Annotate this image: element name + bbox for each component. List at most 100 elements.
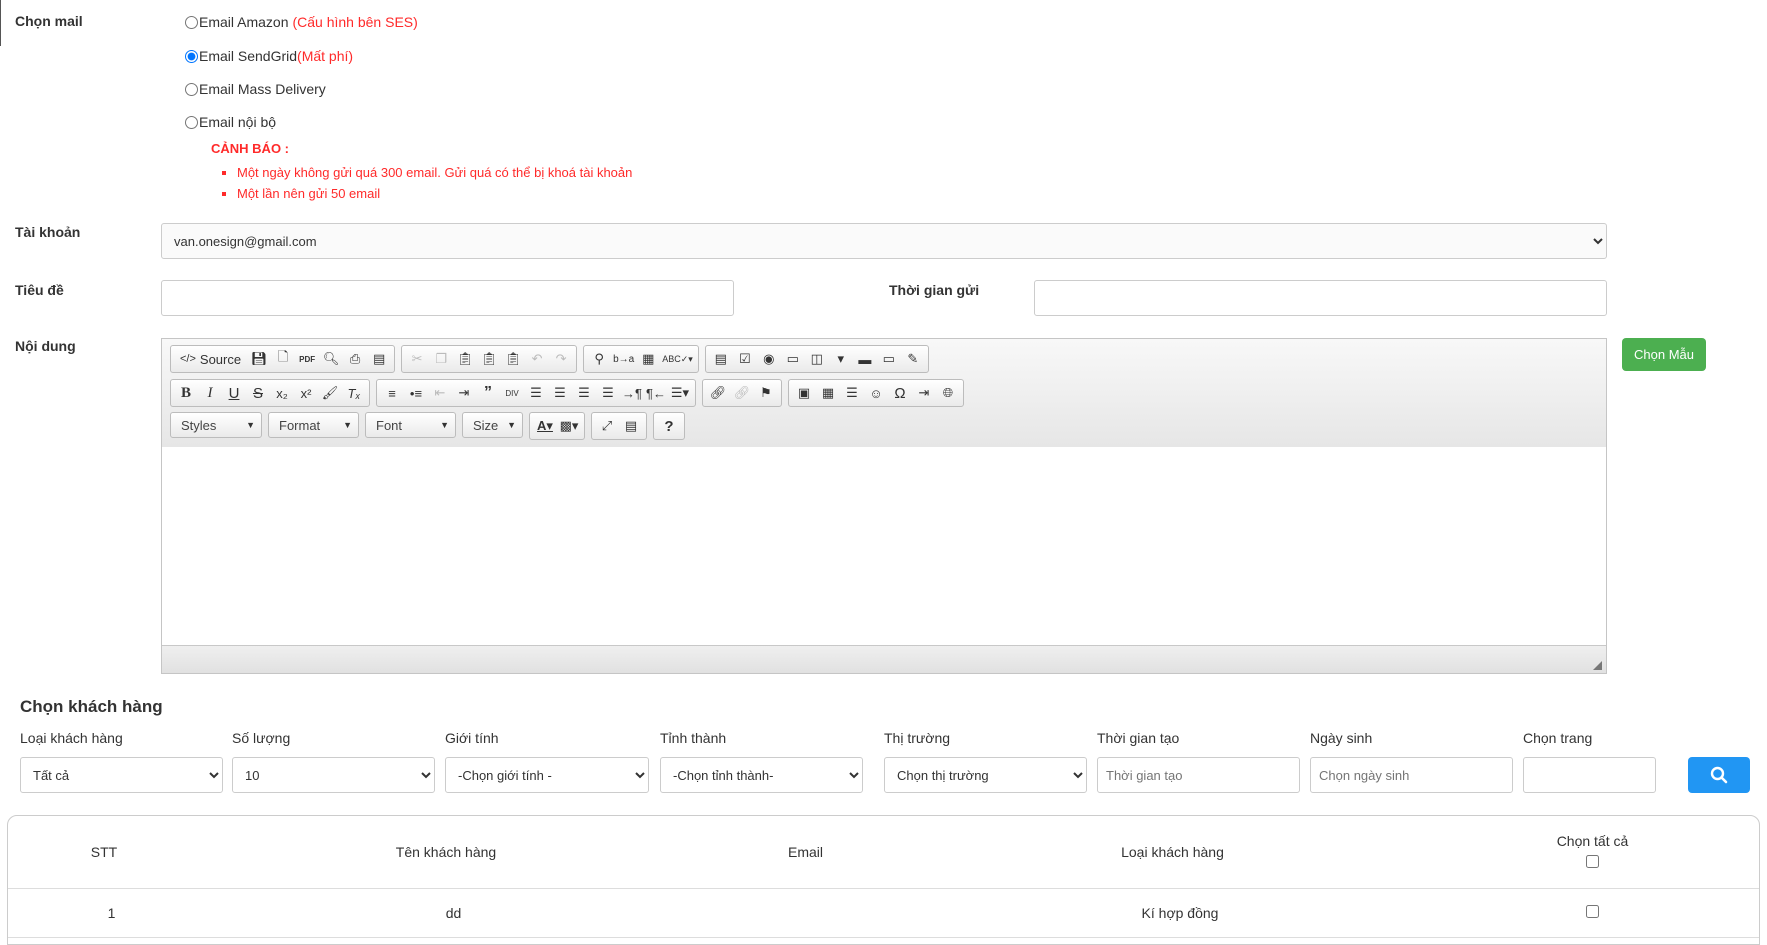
textarea-icon[interactable]: ◫ — [805, 348, 829, 370]
language-icon[interactable]: ☰▾ — [668, 382, 692, 404]
hidden-field-icon[interactable]: ✎ — [901, 348, 925, 370]
numbered-list-icon[interactable]: ≡ — [380, 382, 404, 404]
market-select[interactable]: Chọn thị trường — [884, 757, 1087, 793]
radio-email-mass-delivery[interactable]: Email Mass Delivery — [185, 81, 326, 97]
textfield-icon[interactable]: ▭ — [781, 348, 805, 370]
editor-content-area[interactable] — [162, 447, 1606, 647]
image-icon[interactable]: ▣ — [792, 382, 816, 404]
align-center-icon[interactable]: ☰ — [548, 382, 572, 404]
radio-input-amazon[interactable] — [185, 15, 198, 29]
gender-label: Giới tính — [445, 730, 499, 746]
customers-table-container: STT Tên khách hàng Email Loại khách hàng… — [7, 815, 1760, 945]
radio-label-sendgrid: Email SendGrid — [199, 48, 298, 64]
special-char-icon[interactable]: Ω — [888, 382, 912, 404]
create-div-icon[interactable]: DIV — [500, 382, 524, 404]
checkbox-icon[interactable]: ☑ — [733, 348, 757, 370]
birthday-input[interactable] — [1310, 757, 1513, 793]
cell-stt: 1 — [8, 888, 200, 938]
select-all-icon[interactable]: ▦ — [636, 348, 660, 370]
source-button[interactable]: </> Source — [174, 348, 247, 370]
select-field-icon[interactable]: ▾ — [829, 348, 853, 370]
size-combo[interactable]: Size ▼ — [462, 412, 523, 438]
page-input[interactable] — [1523, 757, 1656, 793]
customer-type-select[interactable]: Tất cả — [20, 757, 223, 793]
gender-select[interactable]: -Chọn giới tính - — [445, 757, 649, 793]
find-icon[interactable]: ⚲ — [587, 348, 611, 370]
choose-template-button[interactable]: Chọn Mẫu — [1622, 338, 1706, 371]
undo-icon[interactable]: ↶ — [525, 348, 549, 370]
underline-icon[interactable]: U — [222, 382, 246, 404]
province-select[interactable]: -Chọn tỉnh thành- — [660, 757, 863, 793]
bg-color-icon[interactable]: ▩▾ — [557, 415, 581, 437]
italic-icon[interactable]: I — [198, 382, 222, 404]
radio-email-amazon[interactable]: Email Amazon (Cấu hình bên SES) — [185, 14, 418, 30]
radio-email-sendgrid[interactable]: Email SendGrid (Mất phí) — [185, 48, 353, 64]
strikethrough-icon[interactable]: S — [246, 382, 270, 404]
select-all-checkbox[interactable] — [1586, 855, 1599, 868]
help-icon[interactable]: ? — [657, 415, 681, 437]
radio-input-mass-delivery[interactable] — [185, 82, 198, 96]
superscript-icon[interactable]: x² — [294, 382, 318, 404]
paste-text-icon[interactable]: 📋︎ — [477, 348, 501, 370]
paste-word-icon[interactable]: 📋︎ — [501, 348, 525, 370]
remove-format-icon[interactable]: Tₓ — [342, 382, 366, 404]
market-label: Thị trường — [884, 730, 951, 746]
horizontal-rule-icon[interactable]: ☰ — [840, 382, 864, 404]
page-break-icon[interactable]: ⇥ — [912, 382, 936, 404]
table-icon[interactable]: ▦ — [816, 382, 840, 404]
created-time-input[interactable] — [1097, 757, 1300, 793]
save-icon[interactable]: 💾︎ — [247, 348, 271, 370]
cut-icon[interactable]: ✂ — [405, 348, 429, 370]
align-right-icon[interactable]: ☰ — [572, 382, 596, 404]
preview-icon[interactable]: 🔍︎ — [319, 348, 343, 370]
spellcheck-icon[interactable]: ABC✓▾ — [660, 348, 695, 370]
rtl-icon[interactable]: ¶← — [644, 382, 668, 404]
maximize-icon[interactable]: ⤢ — [595, 415, 619, 437]
bulleted-list-icon[interactable]: •≡ — [404, 382, 428, 404]
export-pdf-icon[interactable]: PDF — [295, 348, 319, 370]
iframe-icon[interactable]: 🌐︎ — [936, 382, 960, 404]
row-checkbox[interactable] — [1586, 905, 1599, 918]
ltr-icon[interactable]: →¶ — [620, 382, 644, 404]
copy-format-icon[interactable]: 🖌︎ — [318, 382, 342, 404]
format-combo[interactable]: Format ▼ — [268, 412, 359, 438]
warning-title: CẢNH BÁO : — [211, 141, 289, 156]
outdent-icon[interactable]: ⇤ — [428, 382, 452, 404]
indent-icon[interactable]: ⇥ — [452, 382, 476, 404]
search-button[interactable] — [1688, 757, 1750, 793]
quantity-select[interactable]: 10 — [232, 757, 435, 793]
new-page-icon[interactable]: 🗋︎ — [271, 348, 295, 370]
bold-icon[interactable]: B — [174, 382, 198, 404]
resize-handle-icon[interactable] — [1593, 661, 1602, 670]
show-blocks-icon[interactable]: ▤ — [619, 415, 643, 437]
styles-combo[interactable]: Styles ▼ — [170, 412, 262, 438]
replace-icon[interactable]: b→a — [611, 348, 636, 370]
radio-input-sendgrid[interactable] — [185, 49, 198, 63]
justify-icon[interactable]: ☰ — [596, 382, 620, 404]
radio-input-internal[interactable] — [185, 115, 198, 129]
unlink-icon[interactable]: 🔗︎ — [730, 382, 754, 404]
button-field-icon[interactable]: ▬ — [853, 348, 877, 370]
form-icon[interactable]: ▤ — [709, 348, 733, 370]
font-combo[interactable]: Font ▼ — [365, 412, 456, 438]
text-color-icon[interactable]: A▾ — [533, 415, 557, 437]
print-icon[interactable]: ⎙ — [343, 348, 367, 370]
redo-icon[interactable]: ↷ — [549, 348, 573, 370]
blockquote-icon[interactable]: ” — [476, 382, 500, 404]
link-icon[interactable]: 🔗︎ — [706, 382, 730, 404]
image-button-icon[interactable]: ▭ — [877, 348, 901, 370]
radio-email-internal[interactable]: Email nội bộ — [185, 114, 276, 130]
align-left-icon[interactable]: ☰ — [524, 382, 548, 404]
smiley-icon[interactable]: ☺ — [864, 382, 888, 404]
account-select[interactable]: van.onesign@gmail.com — [161, 223, 1607, 259]
radio-icon[interactable]: ◉ — [757, 348, 781, 370]
subject-input[interactable] — [161, 280, 734, 316]
paste-icon[interactable]: 📋︎ — [453, 348, 477, 370]
editor-toolbar: </> Source 💾︎ 🗋︎ PDF 🔍︎ ⎙ ▤ ✂ ❐ 📋︎ 📋︎ 📋︎ … — [162, 339, 1606, 448]
copy-icon[interactable]: ❐ — [429, 348, 453, 370]
customers-section-title: Chọn khách hàng — [20, 697, 163, 716]
anchor-icon[interactable]: ⚑ — [754, 382, 778, 404]
templates-icon[interactable]: ▤ — [367, 348, 391, 370]
send-time-input[interactable] — [1034, 280, 1607, 316]
subscript-icon[interactable]: x₂ — [270, 382, 294, 404]
